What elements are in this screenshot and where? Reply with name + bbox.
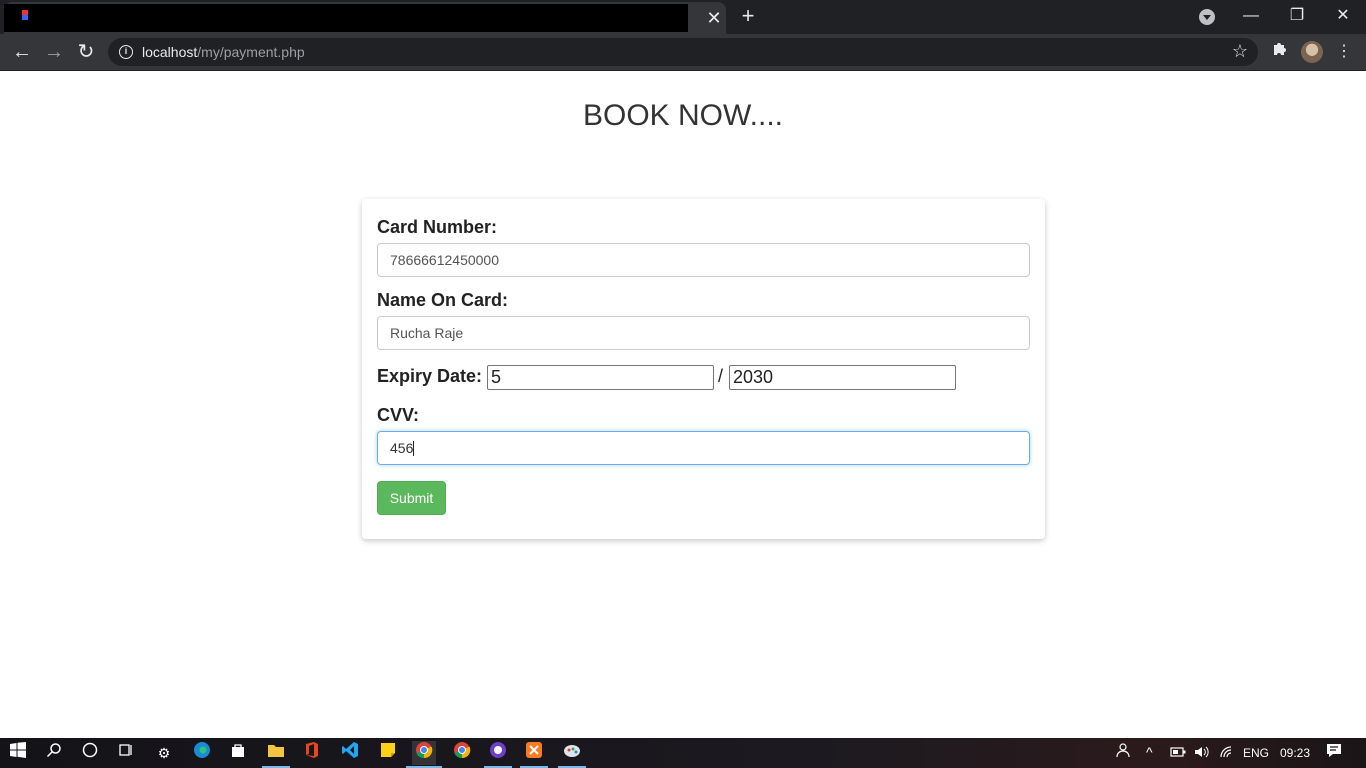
volume-icon[interactable] [1194,746,1210,761]
forward-button[interactable]: → [42,40,66,64]
chrome-alt-icon[interactable] [450,741,474,765]
site-info-icon[interactable]: i [119,45,133,59]
action-center-glyph [1327,744,1341,757]
browser-toolbar: ← → ↻ i localhost/my/payment.php ☆ ⋮ [0,34,1366,71]
card-number-input[interactable]: 78666612450000 [377,243,1030,277]
url-host: localhost [142,44,198,60]
page-content: BOOK NOW.... Card Number: 78666612450000… [0,71,1366,738]
battery-icon[interactable] [1170,746,1186,761]
text-caret [413,441,415,456]
tab-close-button[interactable]: ✕ [704,8,724,28]
xampp-glyph [526,742,542,758]
task-view-glyph [119,744,132,756]
new-tab-button[interactable]: + [736,5,760,29]
cortana-icon[interactable] [78,741,102,765]
people-glyph [1116,743,1130,758]
edge-glyph [194,742,210,758]
name-on-card-label: Name On Card: [377,290,509,310]
chrome-glyph [416,742,433,759]
paint-icon[interactable] [558,741,586,768]
people-icon[interactable] [1112,741,1136,765]
file-explorer-icon[interactable] [262,741,290,768]
office-glyph [306,742,318,758]
battery-glyph [1170,747,1186,757]
edge-browser-icon[interactable] [190,741,214,765]
github-desktop-icon[interactable] [484,741,512,768]
store-glyph [232,744,244,757]
wifi-icon[interactable] [1220,746,1236,761]
action-center-icon[interactable] [1322,741,1346,765]
task-view-icon[interactable] [114,741,138,765]
reload-button[interactable]: ↻ [74,40,98,64]
minimize-button[interactable]: — [1236,4,1266,28]
chrome-icon[interactable] [406,741,442,768]
vscode-glyph [342,742,358,758]
puzzle-icon-glyph [1274,43,1286,55]
url-text[interactable]: localhost/my/payment.php [142,44,305,60]
windows-logo-glyph [10,742,26,758]
card-number-label: Card Number: [377,217,498,237]
cortana-glyph [82,742,98,758]
browser-tabstrip: ✕ + — ❐ ✕ [0,0,1366,34]
browser-menu-icon[interactable]: ⋮ [1332,40,1356,64]
bookmark-star-icon[interactable]: ☆ [1232,41,1248,62]
expiry-month-input[interactable]: 5 [487,365,714,390]
cvv-input[interactable]: 456 [377,431,1030,465]
payment-form-card: Card Number: 78666612450000 Name On Card… [362,199,1045,539]
search-icon[interactable] [42,741,66,765]
expiry-year-input[interactable]: 2030 [729,365,956,390]
xampp-icon[interactable] [520,741,548,768]
volume-glyph [1195,746,1209,758]
store-icon[interactable] [226,741,250,765]
settings-gear-icon[interactable]: ⚙ [152,741,176,765]
browser-tab[interactable]: ✕ [4,2,726,34]
show-hidden-icons-chevron-icon[interactable]: ^ [1146,744,1153,760]
tab-favicon-icon [22,10,28,20]
sticky-notes-icon[interactable] [376,741,400,765]
search-glyph [46,743,61,758]
cvv-label: CVV: [377,405,420,425]
windows-taskbar: ⚙ ^ ENG 09:23 [0,738,1366,768]
url-path: /my/payment.php [197,44,305,60]
expiry-separator: / [718,366,724,386]
address-bar[interactable]: i localhost/my/payment.php ☆ [108,38,1258,66]
expiry-date-label: Expiry Date: [377,366,483,386]
windows-start-icon[interactable] [6,741,30,765]
vscode-icon[interactable] [338,741,362,765]
name-on-card-input[interactable]: Rucha Raje [377,316,1030,350]
back-button[interactable]: ← [10,40,34,64]
page-heading: BOOK NOW.... [582,99,784,132]
office-icon[interactable] [300,741,324,765]
profile-avatar[interactable] [1301,41,1323,63]
wifi-glyph [1220,746,1232,758]
cvv-value: 456 [390,440,414,456]
sticky-notes-glyph [381,743,395,757]
tab-search-icon[interactable] [1199,9,1215,25]
folder-glyph [268,745,284,757]
clock-time[interactable]: 09:23 [1280,746,1310,760]
language-indicator[interactable]: ENG [1243,746,1269,760]
window-close-button[interactable]: ✕ [1328,4,1358,28]
github-glyph [490,742,506,758]
puzzle-icon[interactable] [1268,40,1292,64]
paint-glyph [564,745,580,757]
redacted-tab-title [4,4,688,32]
restore-button[interactable]: ❐ [1282,4,1312,28]
submit-button[interactable]: Submit [377,481,446,515]
chrome-alt-glyph [454,742,471,759]
